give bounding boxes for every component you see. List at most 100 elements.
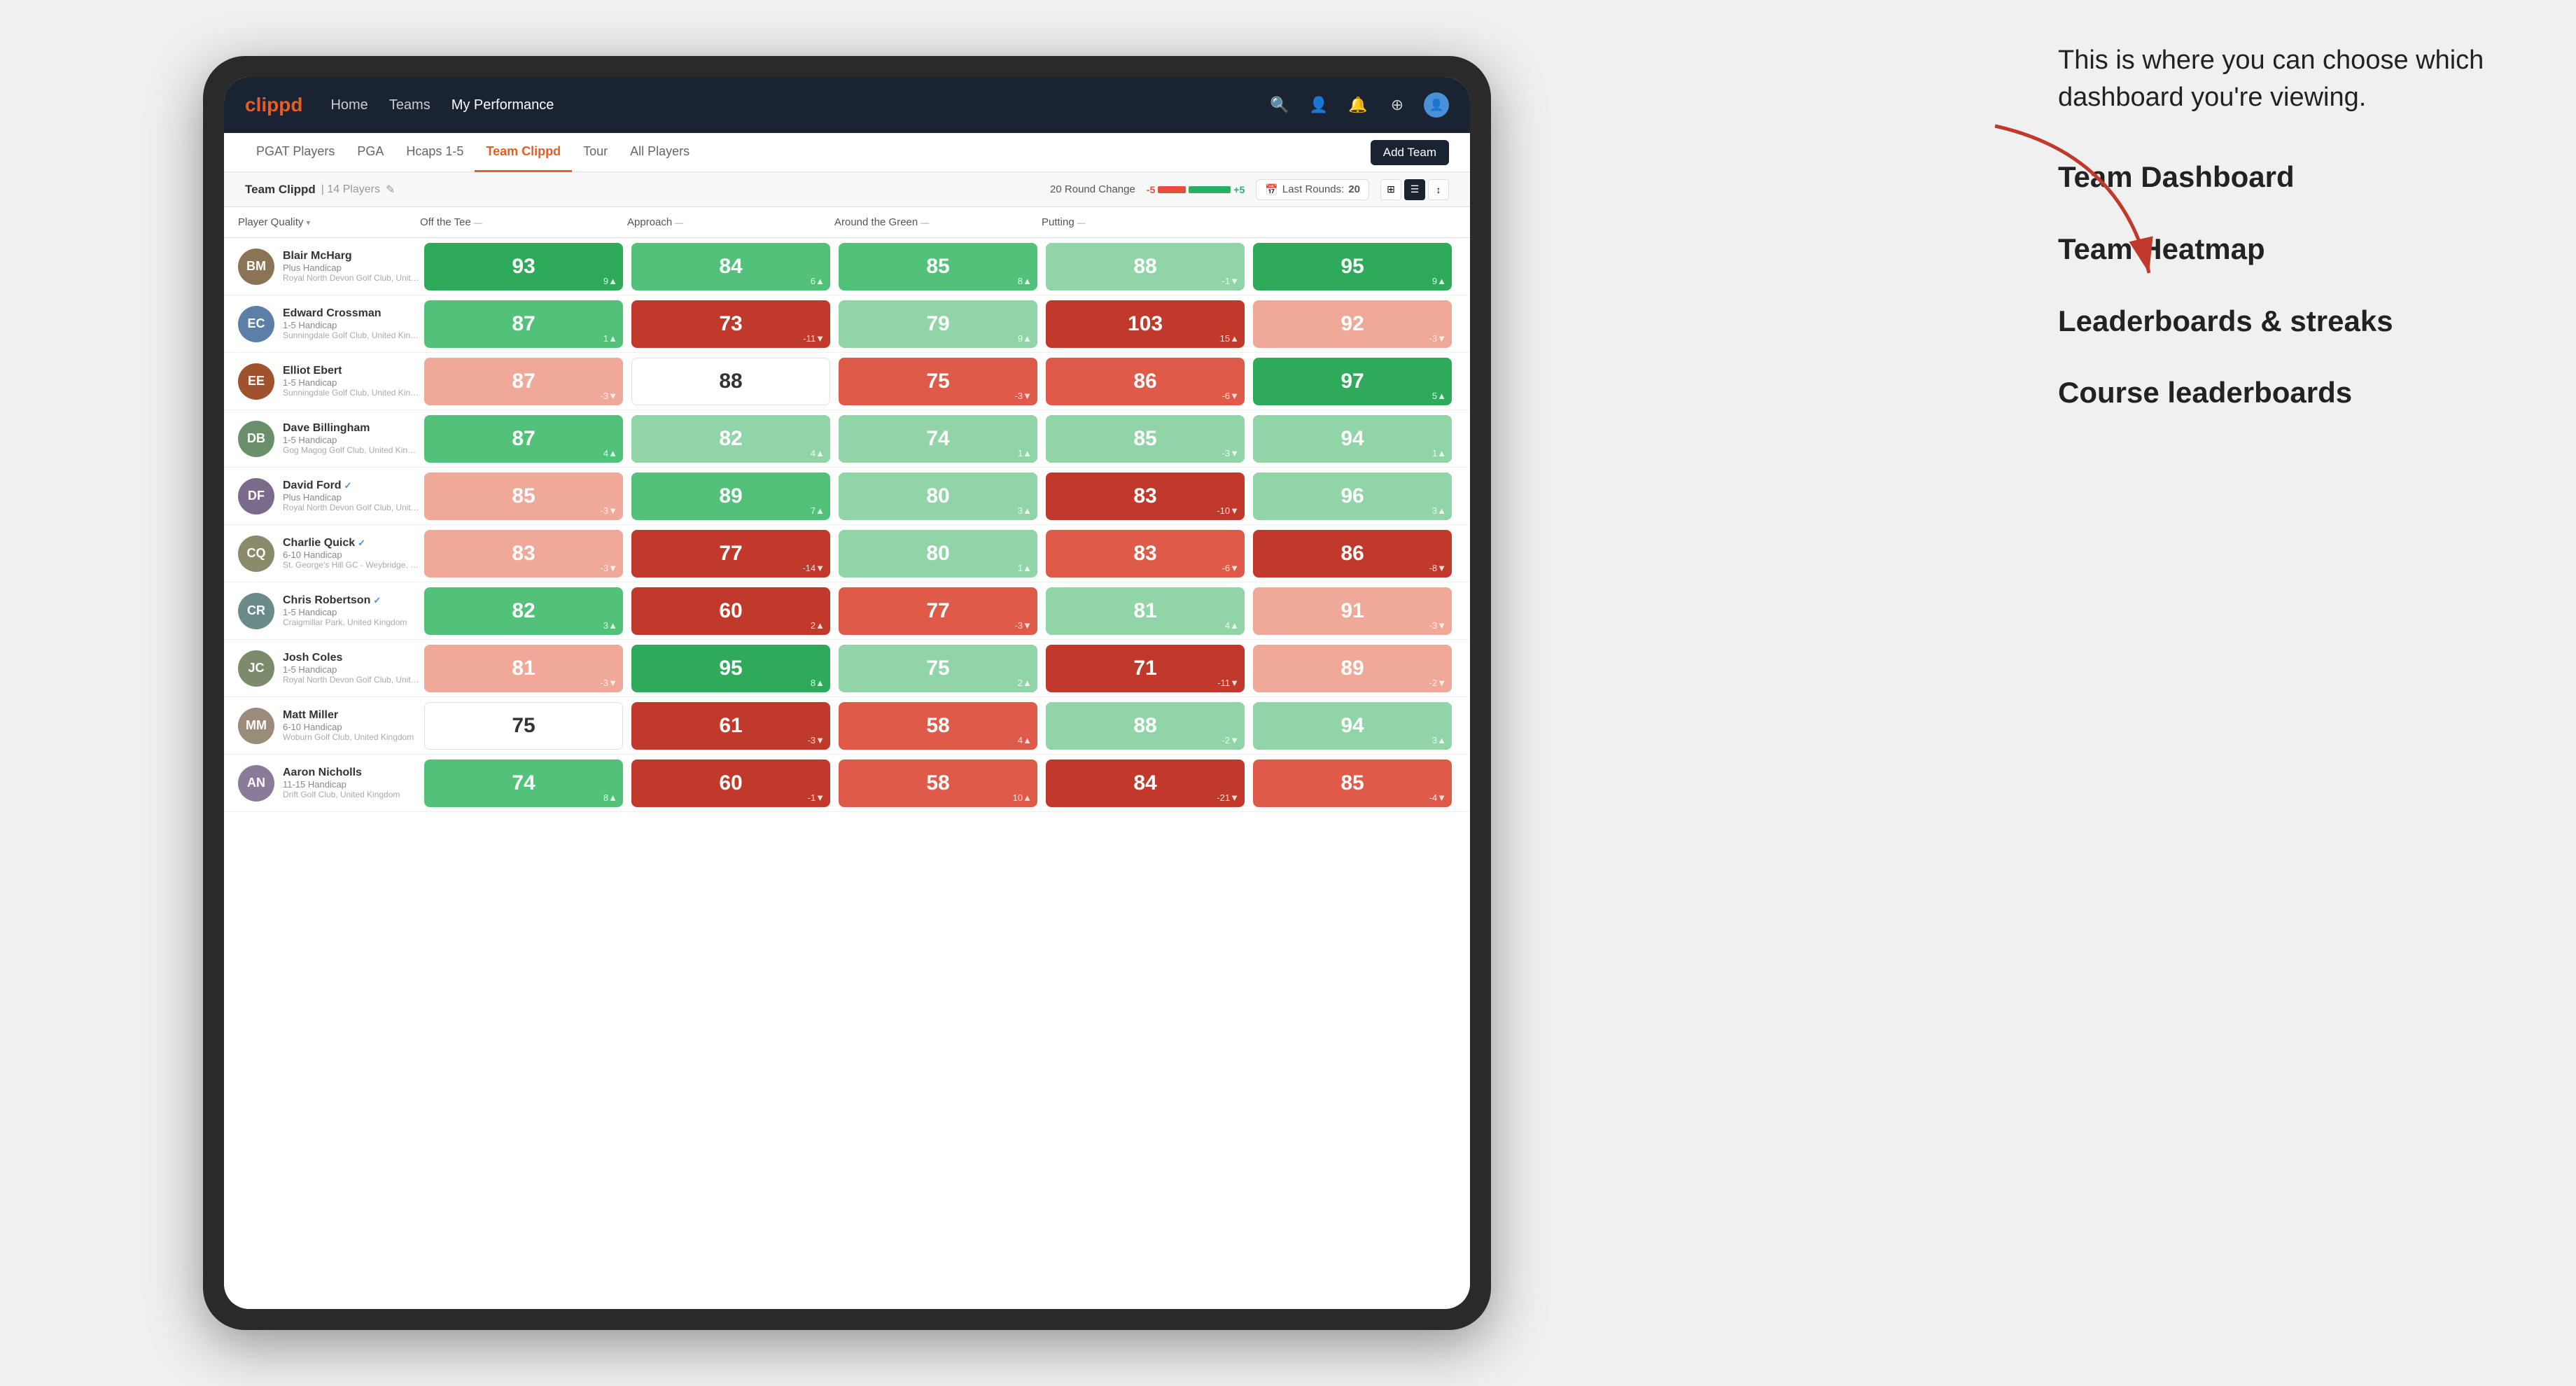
stat-cell[interactable]: 83-10▼: [1046, 472, 1245, 520]
stat-cell[interactable]: 752▲: [839, 645, 1037, 692]
stat-cell[interactable]: 943▲: [1253, 702, 1452, 750]
stat-cell[interactable]: 801▲: [839, 530, 1037, 578]
player-name[interactable]: Aaron Nicholls: [283, 766, 420, 779]
stat-cell[interactable]: 846▲: [631, 243, 830, 290]
stat-cell[interactable]: 88-2▼: [1046, 702, 1245, 750]
table-row[interactable]: DBDave Billingham1-5 HandicapGog Magog G…: [224, 410, 1470, 468]
stat-cell[interactable]: 10315▲: [1046, 300, 1245, 348]
player-name[interactable]: Dave Billingham: [283, 422, 420, 435]
last-rounds-button[interactable]: 📅 Last Rounds: 20: [1256, 179, 1369, 200]
table-row[interactable]: JCJosh Coles1-5 HandicapRoyal North Devo…: [224, 640, 1470, 697]
stat-cell[interactable]: 897▲: [631, 472, 830, 520]
verified-icon: ✓: [373, 595, 381, 606]
stat-cell[interactable]: 86-6▼: [1046, 358, 1245, 405]
tab-team-clippd[interactable]: Team Clippd: [475, 133, 572, 172]
tab-hcaps[interactable]: Hcaps 1-5: [395, 133, 475, 172]
player-name[interactable]: Matt Miller: [283, 709, 420, 722]
stat-cell[interactable]: 584▲: [839, 702, 1037, 750]
user-icon[interactable]: 👤: [1306, 92, 1331, 118]
stat-cell[interactable]: 81-3▼: [424, 645, 623, 692]
tab-tour[interactable]: Tour: [572, 133, 619, 172]
stat-cell[interactable]: 871▲: [424, 300, 623, 348]
settings-icon[interactable]: ⊕: [1385, 92, 1410, 118]
player-name[interactable]: Elliot Ebert: [283, 365, 420, 377]
stat-cell[interactable]: 91-3▼: [1253, 587, 1452, 635]
player-name[interactable]: Chris Robertson✓: [283, 594, 420, 607]
stat-cell[interactable]: 71-11▼: [1046, 645, 1245, 692]
stat-cell[interactable]: 823▲: [424, 587, 623, 635]
table-row[interactable]: CRChris Robertson✓1-5 HandicapCraigmilla…: [224, 582, 1470, 640]
table-row[interactable]: EEElliot Ebert1-5 HandicapSunningdale Go…: [224, 353, 1470, 410]
stat-cell[interactable]: 799▲: [839, 300, 1037, 348]
player-name[interactable]: Edward Crossman: [283, 307, 420, 320]
stat-cell[interactable]: 748▲: [424, 760, 623, 807]
stat-cell[interactable]: 958▲: [631, 645, 830, 692]
stat-cell[interactable]: 963▲: [1253, 472, 1452, 520]
stat-cell[interactable]: 92-3▼: [1253, 300, 1452, 348]
table-row[interactable]: ANAaron Nicholls11-15 HandicapDrift Golf…: [224, 755, 1470, 812]
table-row[interactable]: MMMatt Miller6-10 HandicapWoburn Golf Cl…: [224, 697, 1470, 755]
stat-cell[interactable]: 87-3▼: [424, 358, 623, 405]
stat-cell[interactable]: 85-3▼: [1046, 415, 1245, 463]
stat-cell[interactable]: 741▲: [839, 415, 1037, 463]
stat-cell[interactable]: 824▲: [631, 415, 830, 463]
table-view-button[interactable]: ☰: [1404, 179, 1425, 200]
column-headers: Player Quality ▾ Off the Tee — Approach …: [224, 207, 1470, 238]
player-name[interactable]: Blair McHarg: [283, 250, 420, 262]
annotation-arrow-icon: [1967, 112, 2191, 308]
stat-cell[interactable]: 61-3▼: [631, 702, 830, 750]
stat-cell[interactable]: 959▲: [1253, 243, 1452, 290]
stat-cell[interactable]: 86-8▼: [1253, 530, 1452, 578]
stat-cell[interactable]: 602▲: [631, 587, 830, 635]
player-name[interactable]: David Ford✓: [283, 479, 420, 492]
stat-cell[interactable]: 75: [424, 702, 623, 750]
player-name[interactable]: Josh Coles: [283, 652, 420, 664]
col-putting[interactable]: Putting —: [1042, 216, 1249, 228]
nav-my-performance[interactable]: My Performance: [451, 97, 554, 113]
tab-pga[interactable]: PGA: [346, 133, 395, 172]
stat-cell[interactable]: 5810▲: [839, 760, 1037, 807]
stat-cell[interactable]: 803▲: [839, 472, 1037, 520]
add-team-button[interactable]: Add Team: [1371, 140, 1449, 165]
stat-cell[interactable]: 85-4▼: [1253, 760, 1452, 807]
stat-cell[interactable]: 85-3▼: [424, 472, 623, 520]
col-around-green[interactable]: Around the Green —: [834, 216, 1042, 228]
edit-icon[interactable]: ✎: [386, 183, 395, 197]
table-row[interactable]: DFDavid Ford✓Plus HandicapRoyal North De…: [224, 468, 1470, 525]
table-row[interactable]: ECEdward Crossman1-5 HandicapSunningdale…: [224, 295, 1470, 353]
stat-cell[interactable]: 941▲: [1253, 415, 1452, 463]
chart-view-button[interactable]: ↕: [1428, 179, 1449, 200]
stat-cell[interactable]: 89-2▼: [1253, 645, 1452, 692]
stat-cell[interactable]: 83-6▼: [1046, 530, 1245, 578]
table-row[interactable]: BMBlair McHargPlus HandicapRoyal North D…: [224, 238, 1470, 295]
col-player-quality[interactable]: Player Quality ▾: [238, 216, 420, 228]
stat-cell[interactable]: 858▲: [839, 243, 1037, 290]
col-approach[interactable]: Approach —: [627, 216, 834, 228]
nav-teams[interactable]: Teams: [389, 97, 430, 113]
stat-cell[interactable]: 88: [631, 358, 830, 405]
tab-pgat-players[interactable]: PGAT Players: [245, 133, 346, 172]
players-table[interactable]: Player Quality ▾ Off the Tee — Approach …: [224, 207, 1470, 1309]
nav-home[interactable]: Home: [330, 97, 368, 113]
team-count: | 14 Players: [321, 183, 380, 196]
tab-all-players[interactable]: All Players: [619, 133, 701, 172]
player-name[interactable]: Charlie Quick✓: [283, 537, 420, 550]
stat-cell[interactable]: 88-1▼: [1046, 243, 1245, 290]
stat-cell[interactable]: 73-11▼: [631, 300, 830, 348]
stat-cell[interactable]: 83-3▼: [424, 530, 623, 578]
stat-cell[interactable]: 84-21▼: [1046, 760, 1245, 807]
table-row[interactable]: CQCharlie Quick✓6-10 HandicapSt. George'…: [224, 525, 1470, 582]
col-off-tee[interactable]: Off the Tee —: [420, 216, 627, 228]
stat-cell[interactable]: 77-3▼: [839, 587, 1037, 635]
stat-cell[interactable]: 77-14▼: [631, 530, 830, 578]
avatar-icon[interactable]: 👤: [1424, 92, 1449, 118]
stat-cell[interactable]: 874▲: [424, 415, 623, 463]
search-icon[interactable]: 🔍: [1267, 92, 1292, 118]
grid-view-button[interactable]: ⊞: [1380, 179, 1401, 200]
stat-cell[interactable]: 975▲: [1253, 358, 1452, 405]
stat-cell[interactable]: 60-1▼: [631, 760, 830, 807]
bell-icon[interactable]: 🔔: [1345, 92, 1371, 118]
stat-cell[interactable]: 75-3▼: [839, 358, 1037, 405]
stat-cell[interactable]: 814▲: [1046, 587, 1245, 635]
stat-cell[interactable]: 939▲: [424, 243, 623, 290]
